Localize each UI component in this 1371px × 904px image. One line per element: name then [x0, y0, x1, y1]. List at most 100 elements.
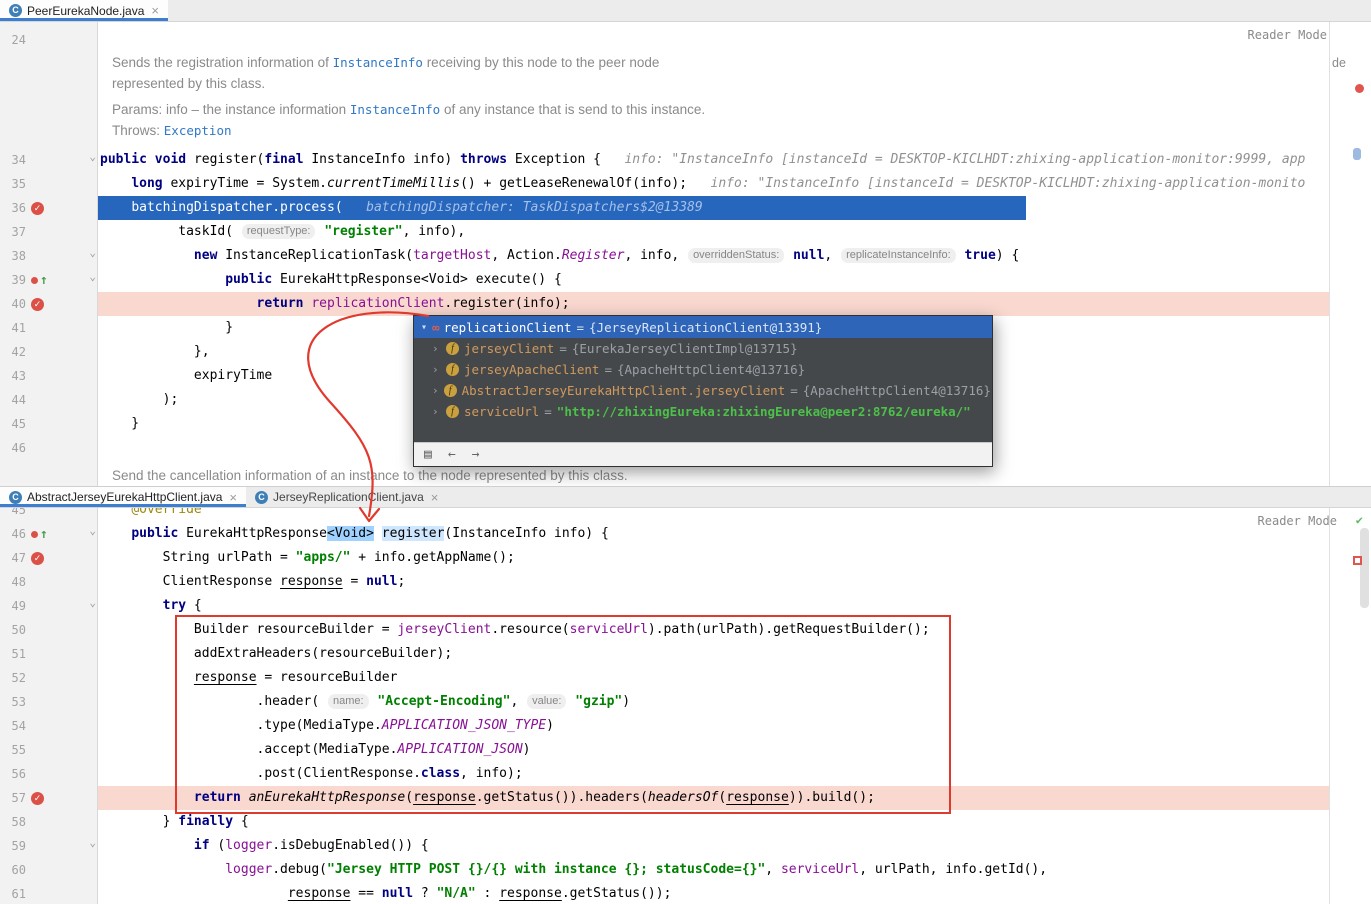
- fold-icon[interactable]: ⌄: [89, 246, 96, 259]
- breakpoint-dot-icon[interactable]: [31, 530, 38, 538]
- gutter[interactable]: 34 ⌄: [0, 148, 98, 172]
- gutter[interactable]: 45: [0, 412, 98, 436]
- fold-icon[interactable]: ⌄: [89, 270, 96, 283]
- tab-peereurekanode[interactable]: C PeerEurekaNode.java ×: [0, 0, 168, 21]
- variables-view-icon[interactable]: ▤: [424, 447, 432, 462]
- gutter[interactable]: 59 ⌄: [0, 834, 98, 858]
- gutter[interactable]: 55: [0, 738, 98, 762]
- variable-row[interactable]: › f jerseyApacheClient = {ApacheHttpClient…: [414, 359, 992, 380]
- back-arrow-icon[interactable]: ←: [448, 447, 456, 462]
- gutter[interactable]: 61: [0, 882, 98, 904]
- reader-mode-check-icon[interactable]: ✔: [1356, 513, 1363, 527]
- chevron-right-icon[interactable]: ›: [432, 363, 441, 376]
- code-line-40[interactable]: 40 ✓ return replicationClient.register(in…: [0, 292, 1371, 316]
- gutter[interactable]: 43: [0, 364, 98, 388]
- gutter[interactable]: 46 ↑ ⌄: [0, 522, 98, 546]
- gutter[interactable]: 40 ✓: [0, 292, 98, 316]
- gutter[interactable]: 47 ✓: [0, 546, 98, 570]
- code-line-60[interactable]: 60 logger.debug("Jersey HTTP POST {}/{} …: [0, 858, 1371, 882]
- chevron-down-icon[interactable]: ▾: [421, 322, 427, 333]
- breakpoint-icon[interactable]: ✓: [31, 201, 44, 215]
- gutter[interactable]: 51: [0, 642, 98, 666]
- code-line-50[interactable]: 50 Builder resourceBuilder = jerseyClien…: [0, 618, 1371, 642]
- reader-mode-label[interactable]: Reader Mode: [1248, 28, 1327, 42]
- debugger-popup-header[interactable]: ▾ ∞ replicationClient = {JerseyReplicati…: [414, 316, 992, 338]
- gutter[interactable]: 35: [0, 172, 98, 196]
- code-line-57[interactable]: 57 ✓ return anEurekaHttpResponse(response…: [0, 786, 1371, 810]
- gutter[interactable]: 49 ⌄: [0, 594, 98, 618]
- fold-icon[interactable]: ⌄: [89, 524, 96, 537]
- tab-abstractjerseyeurekahttpclient[interactable]: C AbstractJerseyEurekaHttpClient.java ×: [0, 487, 247, 507]
- gutter[interactable]: 57 ✓: [0, 786, 98, 810]
- code-line-59[interactable]: 59 ⌄ if (logger.isDebugEnabled()) {: [0, 834, 1371, 858]
- variable-row[interactable]: › f serviceUrl = "http://zhixingEureka:zhi…: [414, 401, 992, 422]
- gutter[interactable]: 56: [0, 762, 98, 786]
- code-line-52[interactable]: 52 response = resourceBuilder: [0, 666, 1371, 690]
- code-line-48[interactable]: 48 ClientResponse response = null;: [0, 570, 1371, 594]
- code-line-24[interactable]: 24: [0, 28, 1371, 52]
- gutter[interactable]: 37: [0, 220, 98, 244]
- code-line-53[interactable]: 53 .header( name: "Accept-Encoding", val…: [0, 690, 1371, 714]
- code-token: response: [193, 670, 257, 685]
- gutter[interactable]: 42: [0, 340, 98, 364]
- gutter[interactable]: 46: [0, 436, 98, 460]
- code-text: batchingDispatcher.process( batchingDisp…: [98, 196, 702, 220]
- gutter[interactable]: 48: [0, 570, 98, 594]
- variable-row[interactable]: › f jerseyClient = {EurekaJerseyClientImpl…: [414, 338, 992, 359]
- code-line-36[interactable]: 36 ✓ batchingDispatcher.process( batching…: [0, 196, 1371, 220]
- gutter[interactable]: 24: [0, 28, 98, 52]
- code-line-49[interactable]: 49 ⌄ try {: [0, 594, 1371, 618]
- code-line-54[interactable]: 54 .type(MediaType.APPLICATION_JSON_TYPE…: [0, 714, 1371, 738]
- code-line-51[interactable]: 51 addExtraHeaders(resourceBuilder);: [0, 642, 1371, 666]
- chevron-right-icon[interactable]: ›: [432, 405, 441, 418]
- error-stripe-breakpoint-mark[interactable]: [1355, 84, 1364, 93]
- top-editor[interactable]: 24 Sends the registration information of…: [0, 22, 1371, 486]
- gutter[interactable]: 45: [0, 508, 98, 522]
- gutter[interactable]: 44: [0, 388, 98, 412]
- tab-jerseyreplicationclient[interactable]: C JerseyReplicationClient.java ×: [246, 487, 447, 507]
- variable-row[interactable]: › f AbstractJerseyEurekaHttpClient.jerseyC…: [414, 380, 992, 401]
- gutter[interactable]: 58: [0, 810, 98, 834]
- gutter[interactable]: 52: [0, 666, 98, 690]
- bottom-editor[interactable]: 45 @Override 46 ↑ ⌄ public EurekaHttpRespon…: [0, 508, 1371, 904]
- gutter[interactable]: 50: [0, 618, 98, 642]
- gutter[interactable]: 38 ⌄: [0, 244, 98, 268]
- code-line-58[interactable]: 58 } finally {: [0, 810, 1371, 834]
- code-line-56[interactable]: 56 .post(ClientResponse.class, info);: [0, 762, 1371, 786]
- forward-arrow-icon[interactable]: →: [472, 447, 480, 462]
- code-line-38[interactable]: 38 ⌄ new InstanceReplicationTask(targetHo…: [0, 244, 1371, 268]
- tab-close-icon[interactable]: ×: [229, 491, 237, 504]
- error-stripe-breakpoint-mark[interactable]: [1353, 556, 1362, 565]
- gutter[interactable]: 60: [0, 858, 98, 882]
- breakpoint-icon[interactable]: ✓: [31, 791, 44, 805]
- code-line-47[interactable]: 47 ✓ String urlPath = "apps/" + info.getA…: [0, 546, 1371, 570]
- breakpoint-icon[interactable]: ✓: [31, 551, 44, 565]
- breakpoint-icon[interactable]: ✓: [31, 297, 44, 311]
- code-line-61[interactable]: 61 response == null ? "N/A" : response.g…: [0, 882, 1371, 904]
- gutter[interactable]: 54: [0, 714, 98, 738]
- chevron-right-icon[interactable]: ›: [432, 342, 441, 355]
- gutter[interactable]: 41: [0, 316, 98, 340]
- reader-mode-label[interactable]: Reader Mode: [1258, 514, 1337, 528]
- code-line-55[interactable]: 55 .accept(MediaType.APPLICATION_JSON): [0, 738, 1371, 762]
- tab-close-icon[interactable]: ×: [151, 4, 159, 17]
- clipped-text: de: [1332, 56, 1346, 70]
- code-line-45[interactable]: 45 @Override: [0, 508, 1371, 522]
- chevron-right-icon[interactable]: ›: [432, 384, 439, 397]
- fold-icon[interactable]: ⌄: [89, 150, 96, 163]
- error-stripe-caret-mark[interactable]: [1353, 148, 1361, 160]
- tab-close-icon[interactable]: ×: [431, 491, 439, 504]
- scrollbar-thumb[interactable]: [1360, 528, 1369, 608]
- gutter[interactable]: 36 ✓: [0, 196, 98, 220]
- gutter[interactable]: 53: [0, 690, 98, 714]
- gutter[interactable]: 39 ↑ ⌄: [0, 268, 98, 292]
- fold-icon[interactable]: ⌄: [89, 836, 96, 849]
- code-line-46[interactable]: 46 ↑ ⌄ public EurekaHttpResponse<Void> reg…: [0, 522, 1371, 546]
- code-line-35[interactable]: 35 long expiryTime = System.currentTimeM…: [0, 172, 1371, 196]
- code-line-39[interactable]: 39 ↑ ⌄ public EurekaHttpResponse<Void> exe…: [0, 268, 1371, 292]
- fold-icon[interactable]: ⌄: [89, 596, 96, 609]
- code-line-37[interactable]: 37 taskId( requestType: "register", info…: [0, 220, 1371, 244]
- code-text: new InstanceReplicationTask(targetHost, …: [98, 244, 1019, 268]
- code-line-34[interactable]: 34 ⌄ public void register(final InstanceIn…: [0, 148, 1371, 172]
- breakpoint-dot-icon[interactable]: [31, 276, 38, 284]
